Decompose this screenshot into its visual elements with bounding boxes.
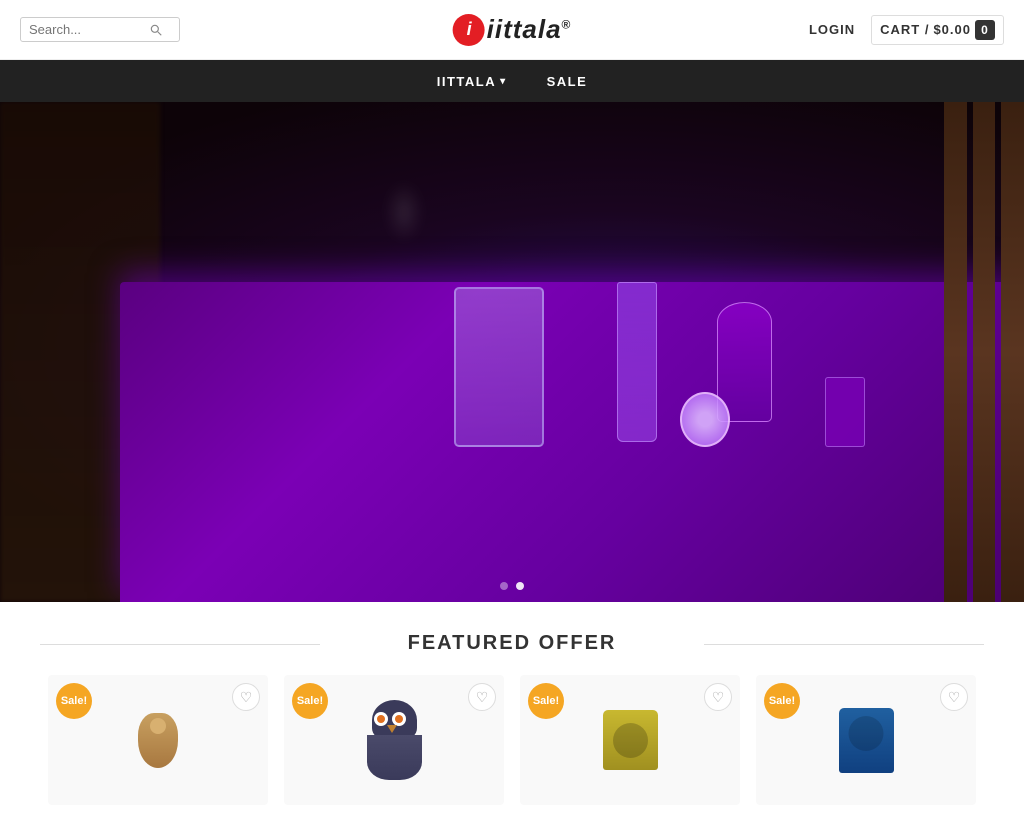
bird-figurine	[138, 713, 178, 768]
glass-small-cup	[825, 377, 865, 447]
carousel-dot-2[interactable]	[516, 582, 524, 590]
product-image-2: Sale! ♡	[284, 675, 504, 805]
slat-2	[973, 102, 996, 602]
nav-item-iittala[interactable]: IITTALA ▾	[417, 74, 527, 89]
candle-holder-blue	[839, 708, 894, 773]
sale-badge-2: Sale!	[292, 683, 328, 719]
wishlist-button-4[interactable]: ♡	[940, 683, 968, 711]
product-card-2: Sale! ♡	[284, 675, 504, 805]
carousel-dots	[500, 582, 524, 590]
slat-1	[944, 102, 967, 602]
logo-link[interactable]: i iittala®	[453, 14, 572, 46]
glass-candle-holder	[680, 392, 730, 447]
product-card-3: Sale! ♡	[520, 675, 740, 805]
search-button[interactable]	[149, 23, 163, 37]
product-card-1: Sale! ♡	[48, 675, 268, 805]
product-image-1: Sale! ♡	[48, 675, 268, 805]
glass-vase	[454, 287, 544, 447]
owl-torso	[367, 735, 422, 780]
carousel-dot-1[interactable]	[500, 582, 508, 590]
featured-title: FEATURED OFFER	[20, 632, 1004, 655]
search-form[interactable]	[20, 17, 180, 42]
featured-section: FEATURED OFFER Sale! ♡ Sale! ♡	[0, 602, 1024, 815]
logo: i iittala®	[453, 14, 572, 46]
hero-table-surface	[120, 282, 1024, 602]
sale-badge-4: Sale!	[764, 683, 800, 719]
header: i iittala® LOGIN CART / $0.00 0	[0, 0, 1024, 60]
product-card-4: Sale! ♡	[756, 675, 976, 805]
product-image-3: Sale! ♡	[520, 675, 740, 805]
nav-item-sale[interactable]: SALE	[527, 74, 608, 89]
wishlist-button-2[interactable]: ♡	[468, 683, 496, 711]
search-icon	[149, 23, 163, 37]
logo-text: iittala®	[487, 14, 572, 45]
smoke-effect	[389, 182, 419, 242]
wishlist-button-3[interactable]: ♡	[704, 683, 732, 711]
hero-right-slats	[944, 102, 1024, 602]
wishlist-button-1[interactable]: ♡	[232, 683, 260, 711]
hero-background	[0, 102, 1024, 602]
login-link[interactable]: LOGIN	[809, 22, 855, 37]
candle-inner	[613, 723, 648, 758]
cart-price: $0.00	[933, 22, 971, 37]
header-actions: LOGIN CART / $0.00 0	[809, 15, 1004, 45]
sale-badge-3: Sale!	[528, 683, 564, 719]
candle-holder-gold	[603, 710, 658, 770]
products-row: Sale! ♡ Sale! ♡	[20, 675, 1004, 805]
glass-tall-carafe	[617, 282, 657, 442]
search-input[interactable]	[29, 22, 149, 37]
sale-badge-1: Sale!	[56, 683, 92, 719]
product-image-4: Sale! ♡	[756, 675, 976, 805]
logo-icon: i	[453, 14, 485, 46]
slat-3	[1001, 102, 1024, 602]
cart-count: 0	[975, 20, 995, 40]
owl-pupil-left	[377, 715, 385, 723]
owl-figurine	[367, 700, 422, 780]
chevron-down-icon: ▾	[500, 76, 507, 87]
cart-label: CART /	[880, 22, 929, 37]
main-nav: IITTALA ▾ SALE	[0, 60, 1024, 102]
cart-button[interactable]: CART / $0.00 0	[871, 15, 1004, 45]
owl-beak	[387, 725, 397, 733]
owl-pupil-right	[395, 715, 403, 723]
hero-banner	[0, 102, 1024, 602]
